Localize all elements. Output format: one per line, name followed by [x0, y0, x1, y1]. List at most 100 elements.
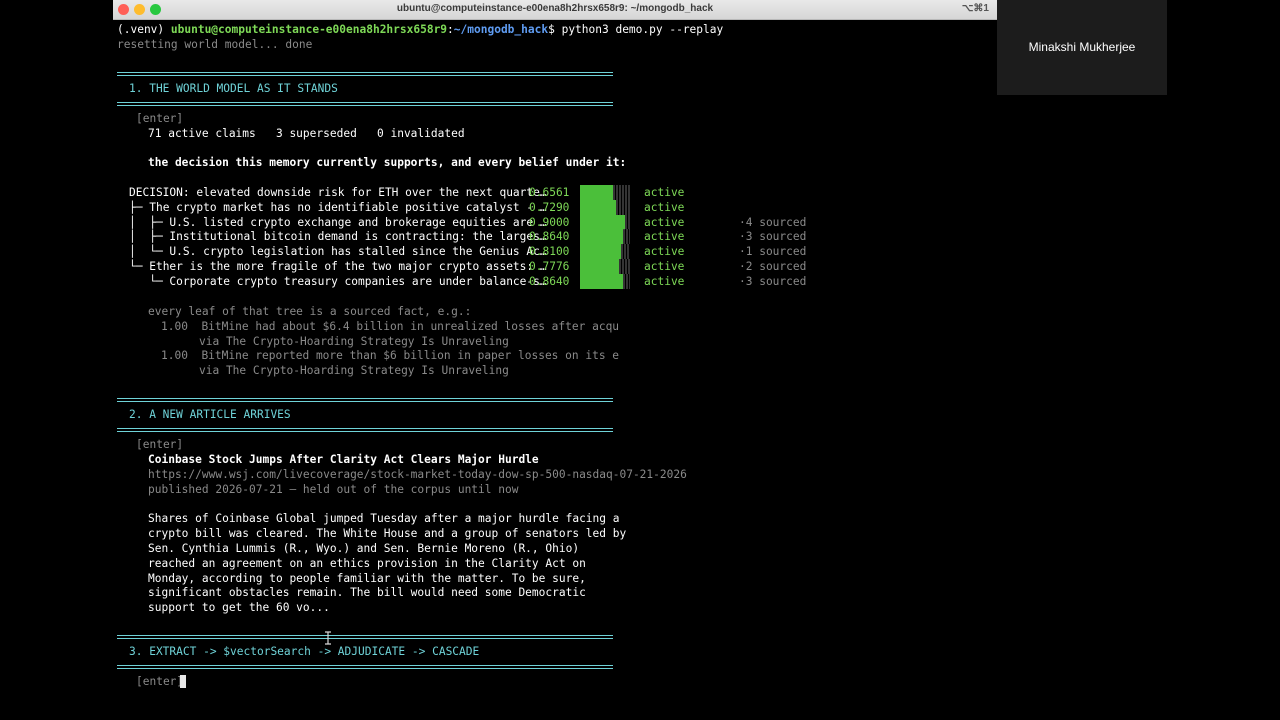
title-bar[interactable]: ubuntu@computeinstance-e00ena8h2hrsx658r…: [113, 0, 997, 20]
fact-score: 1.00: [161, 320, 188, 333]
source-count: ·3 sourced: [739, 275, 807, 288]
article-body-line: support to get the 60 vo...: [148, 601, 330, 614]
confidence-bar-remainder: [619, 259, 630, 274]
belief-row: └─ Ether is the more fragile of the two …: [129, 259, 547, 274]
confidence-bar-remainder: [613, 185, 630, 200]
belief-status: active: [644, 186, 685, 199]
belief-status: active: [644, 216, 685, 229]
confidence-bar-fill: [580, 200, 616, 215]
confidence-bar-fill: [580, 185, 613, 200]
belief-row: ├─ The crypto market has no identifiable…: [129, 200, 547, 215]
terminal-output[interactable]: (.venv) ubuntu@computeinstance-e00ena8h2…: [113, 19, 997, 720]
confidence-bar-fill: [580, 274, 623, 289]
leaf-intro: every leaf of that tree is a sourced fac…: [148, 305, 472, 318]
source-count: ·2 sourced: [739, 260, 807, 273]
confidence-bar: [580, 244, 630, 259]
article-body-line: Monday, according to people familiar wit…: [148, 572, 586, 585]
article-body-line: crypto bill was cleared. The White House…: [148, 527, 627, 540]
belief-score: 0.7776: [529, 260, 570, 273]
participant-tile[interactable]: Minakshi Mukherjee: [997, 0, 1167, 95]
belief-text: Institutional bitcoin demand is contract…: [169, 230, 547, 243]
confidence-bar: [580, 215, 630, 230]
enter-prompt: [enter]: [136, 112, 184, 125]
article-body-line: reached an agreement on an ethics provis…: [148, 557, 586, 570]
belief-status: active: [644, 260, 685, 273]
belief-status: active: [644, 275, 685, 288]
belief-row: │ └─ U.S. crypto legislation has stalled…: [129, 244, 547, 259]
confidence-bar-remainder: [623, 274, 630, 289]
venv-label: (.venv): [117, 23, 171, 36]
participant-name: Minakshi Mukherjee: [1028, 40, 1136, 54]
section-1-heading: 1. THE WORLD MODEL AS IT STANDS: [129, 82, 338, 95]
belief-row: │ ├─ Institutional bitcoin demand is con…: [129, 229, 547, 244]
ibeam-cursor-icon: [325, 631, 331, 645]
tree-branch: ├─: [129, 201, 150, 214]
belief-status: active: [644, 230, 685, 243]
belief-row: DECISION: elevated downside risk for ETH…: [129, 185, 547, 200]
section-divider: [117, 428, 613, 432]
belief-status: active: [644, 201, 685, 214]
section-divider: [117, 635, 613, 639]
confidence-bar-remainder: [616, 200, 630, 215]
tree-branch: DECISION:: [129, 186, 197, 199]
belief-score: 0.8640: [529, 275, 570, 288]
confidence-bar-fill: [580, 229, 623, 244]
fact-source: via The Crypto-Hoarding Strategy Is Unra…: [199, 364, 509, 377]
belief-text: elevated downside risk for ETH over the …: [196, 186, 547, 199]
command-text: python3 demo.py --replay: [561, 23, 724, 36]
fact-text: BitMine had about $6.4 billion in unreal…: [201, 320, 620, 333]
enter-prompt: [enter]: [136, 438, 184, 451]
article-body-line: significant obstacles remain. The bill w…: [148, 586, 586, 599]
source-count: ·3 sourced: [739, 230, 807, 243]
belief-score: 0.9000: [529, 216, 570, 229]
belief-row: │ ├─ U.S. listed crypto exchange and bro…: [129, 215, 547, 230]
confidence-bar-fill: [580, 215, 625, 230]
terminal-window[interactable]: ubuntu@computeinstance-e00ena8h2hrsx658r…: [113, 0, 997, 720]
confidence-bar: [580, 200, 630, 215]
belief-score: 0.8100: [529, 245, 570, 258]
confidence-bar: [580, 274, 630, 289]
source-count: ·1 sourced: [739, 245, 807, 258]
tree-branch: └─: [129, 275, 170, 288]
confidence-bar: [580, 185, 630, 200]
tree-branch: └─: [129, 260, 150, 273]
belief-score: 0.8640: [529, 230, 570, 243]
belief-text: U.S. crypto legislation has stalled sinc…: [169, 245, 547, 258]
reset-message: resetting world model... done: [117, 38, 313, 51]
section-3-heading: 3. EXTRACT -> $vectorSearch -> ADJUDICAT…: [129, 645, 480, 658]
belief-status: active: [644, 245, 685, 258]
tree-branch: │ ├─: [129, 216, 170, 229]
confidence-bar-remainder: [621, 244, 630, 259]
belief-text: U.S. listed crypto exchange and brokerag…: [169, 216, 547, 229]
fact-text: BitMine reported more than $6 billion in…: [201, 349, 620, 362]
tree-branch: │ └─: [129, 245, 170, 258]
article-url: https://www.wsj.com/livecoverage/stock-m…: [148, 468, 687, 481]
belief-text: Corporate crypto treasury companies are …: [169, 275, 547, 288]
article-body-line: Shares of Coinbase Global jumped Tuesday…: [148, 512, 620, 525]
claim-counts: 71 active claims 3 superseded 0 invalida…: [148, 127, 465, 140]
source-count: ·4 sourced: [739, 216, 807, 229]
window-title: ubuntu@computeinstance-e00ena8h2hrsx658r…: [396, 3, 714, 14]
fact-line: 1.00 BitMine had about $6.4 billion in u…: [161, 319, 619, 334]
belief-text: Ether is the more fragile of the two maj…: [149, 260, 547, 273]
fact-source: via The Crypto-Hoarding Strategy Is Unra…: [199, 335, 509, 348]
fact-line: 1.00 BitMine reported more than $6 billi…: [161, 348, 619, 363]
section-divider: [117, 398, 613, 402]
article-published: published 2026-07-21 — held out of the c…: [148, 483, 519, 496]
belief-score: 0.6561: [529, 186, 570, 199]
confidence-bar: [580, 229, 630, 244]
enter-prompt: [enter]: [136, 675, 184, 688]
article-body-line: Sen. Cynthia Lummis (R., Wyo.) and Sen. …: [148, 542, 580, 555]
confidence-bar-remainder: [625, 215, 630, 230]
text-cursor: [180, 675, 186, 688]
section-divider: [117, 102, 613, 106]
section-divider: [117, 665, 613, 669]
tree-branch: │ ├─: [129, 230, 170, 243]
confidence-bar: [580, 259, 630, 274]
belief-text: The crypto market has no identifiable po…: [149, 201, 547, 214]
confidence-bar-fill: [580, 244, 621, 259]
prompt-path: ~/mongodb_hack: [453, 23, 549, 36]
prompt-separator: :: [447, 23, 454, 36]
section-2-heading: 2. A NEW ARTICLE ARRIVES: [129, 408, 291, 421]
prompt-dollar: $: [548, 23, 562, 36]
